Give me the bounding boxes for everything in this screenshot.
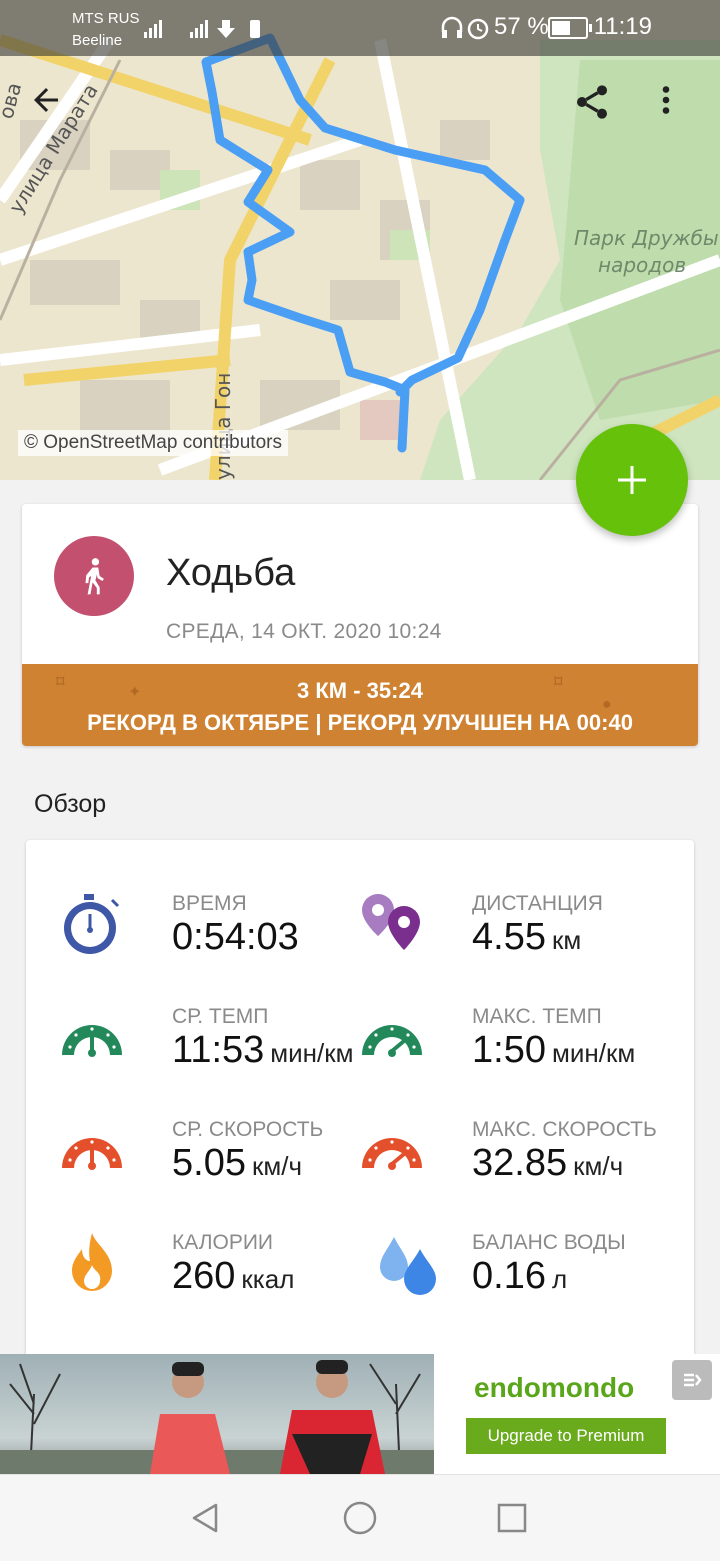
route-map[interactable]: улица Марата улица Гон ова Парк Дружбы н… bbox=[0, 0, 720, 480]
max-speed-gauge-icon bbox=[362, 1138, 422, 1170]
stats-card: ВРЕМЯ 0:54:03 ДИСТАНЦИЯ 4.55 км СР. ТЕМП … bbox=[26, 840, 694, 1400]
stat-value: 4.55 bbox=[472, 916, 546, 958]
share-icon bbox=[577, 85, 607, 119]
carrier-labels: MTS RUS Beeline bbox=[72, 8, 140, 52]
stat-label: КАЛОРИИ bbox=[172, 1231, 274, 1254]
system-nav-bar bbox=[0, 1474, 720, 1561]
street-label-ova: ова bbox=[0, 80, 26, 121]
map-pins-icon bbox=[362, 894, 420, 950]
stat-unit: л bbox=[551, 1264, 568, 1294]
stat-label: СР. ТЕМП bbox=[172, 1005, 269, 1028]
park-label-line1: Парк Дружбы bbox=[574, 226, 719, 250]
stat-value: 11:53 bbox=[172, 1029, 265, 1071]
workout-summary-card: Ходьба СРЕДА, 14 ОКТ. 2020 10:24 ⌑ ✦ ⌑ ●… bbox=[22, 504, 698, 746]
park-label-line2: народов bbox=[598, 253, 686, 277]
map-tiles: улица Марата улица Гон ова Парк Дружбы н… bbox=[0, 33, 720, 480]
more-options-button[interactable] bbox=[648, 82, 704, 138]
stat-unit: мин/км bbox=[551, 1038, 636, 1068]
carrier-2: Beeline bbox=[72, 32, 123, 49]
headphones-alarm-icon bbox=[441, 16, 489, 40]
ad-info-button[interactable] bbox=[672, 1360, 712, 1400]
record-distance-time: 3 КМ - 35:24 bbox=[297, 678, 423, 703]
street-label-gon: улица Гон bbox=[211, 373, 235, 480]
square-recents-icon bbox=[497, 1503, 527, 1533]
stat-unit: км bbox=[551, 925, 582, 955]
stat-label: ВРЕМЯ bbox=[172, 892, 247, 915]
overview-title: Обзор bbox=[34, 790, 107, 818]
stat-value: 1:50 bbox=[472, 1029, 546, 1071]
water-drops-icon bbox=[380, 1237, 436, 1295]
ad-info-icon bbox=[684, 1373, 702, 1387]
share-button[interactable] bbox=[572, 82, 628, 138]
stat-distance: ДИСТАНЦИЯ 4.55 км bbox=[360, 892, 680, 992]
record-banner[interactable]: ⌑ ✦ ⌑ ● 3 КМ - 35:24 РЕКОРД В ОКТЯБРЕ | … bbox=[22, 664, 698, 746]
stopwatch-icon bbox=[64, 894, 120, 954]
more-vert-icon bbox=[662, 86, 670, 114]
stat-unit: км/ч bbox=[573, 1151, 624, 1181]
back-button[interactable] bbox=[28, 82, 84, 138]
stat-max-pace: МАКС. ТЕМП 1:50 мин/км bbox=[360, 1005, 680, 1105]
stat-unit: км/ч bbox=[251, 1151, 302, 1181]
add-fab-button[interactable] bbox=[576, 424, 688, 536]
ad-banner[interactable]: endomondo Upgrade to Premium bbox=[0, 1354, 720, 1474]
stat-max-speed: МАКС. СКОРОСТЬ 32.85 км/ч bbox=[360, 1118, 680, 1218]
ad-photo bbox=[0, 1354, 434, 1474]
ad-brand-logo: endomondo bbox=[474, 1372, 635, 1403]
clock: 11:19 bbox=[593, 13, 652, 40]
record-description: РЕКОРД В ОКТЯБРЕ | РЕКОРД УЛУЧШЕН НА 00:… bbox=[87, 710, 633, 735]
stat-avg-pace: СР. ТЕМП 11:53 мин/км bbox=[60, 1005, 380, 1105]
status-bar: MTS RUS Beeline 57 % 11:19 bbox=[0, 0, 720, 56]
workout-date: СРЕДА, 14 ОКТ. 2020 10:24 bbox=[166, 620, 442, 643]
stat-water-balance: БАЛАНС ВОДЫ 0.16 л bbox=[376, 1231, 696, 1331]
sport-name: Ходьба bbox=[166, 552, 296, 594]
avg-speed-gauge-icon bbox=[62, 1138, 122, 1170]
arrow-left-icon bbox=[34, 88, 58, 112]
max-pace-gauge-icon bbox=[362, 1025, 422, 1057]
nav-home-button[interactable] bbox=[337, 1495, 383, 1541]
stat-value: 0:54:03 bbox=[172, 916, 299, 958]
plus-icon bbox=[618, 466, 646, 494]
battery-icon bbox=[548, 17, 592, 39]
stat-unit: ккал bbox=[241, 1264, 295, 1294]
upgrade-premium-button[interactable]: Upgrade to Premium bbox=[466, 1418, 666, 1454]
avg-pace-gauge-icon bbox=[62, 1025, 122, 1057]
stat-label: БАЛАНС ВОДЫ bbox=[472, 1231, 626, 1254]
stat-label: МАКС. СКОРОСТЬ bbox=[472, 1118, 657, 1141]
stat-value: 5.05 bbox=[172, 1142, 246, 1184]
stat-label: МАКС. ТЕМП bbox=[472, 1005, 602, 1028]
stat-avg-speed: СР. СКОРОСТЬ 5.05 км/ч bbox=[60, 1118, 380, 1218]
carrier-1: MTS RUS bbox=[72, 10, 140, 27]
battery-percent: 57 % bbox=[494, 13, 549, 40]
stat-label: СР. СКОРОСТЬ bbox=[172, 1118, 324, 1141]
stat-calories: КАЛОРИИ 260 ккал bbox=[60, 1231, 380, 1331]
stat-value: 32.85 bbox=[472, 1142, 568, 1184]
stat-value: 0.16 bbox=[472, 1255, 546, 1297]
walking-person-icon bbox=[85, 558, 104, 595]
nav-recents-button[interactable] bbox=[489, 1495, 535, 1541]
triangle-back-icon bbox=[192, 1503, 218, 1533]
map-attribution[interactable]: © OpenStreetMap contributors bbox=[18, 430, 288, 456]
flame-icon bbox=[72, 1233, 112, 1291]
stat-value: 260 bbox=[172, 1255, 236, 1297]
circle-home-icon bbox=[343, 1501, 377, 1535]
stat-unit: мин/км bbox=[270, 1038, 354, 1068]
nav-back-button[interactable] bbox=[182, 1495, 228, 1541]
sport-avatar bbox=[54, 536, 134, 616]
stat-time: ВРЕМЯ 0:54:03 bbox=[60, 892, 380, 992]
stat-label: ДИСТАНЦИЯ bbox=[472, 892, 603, 915]
